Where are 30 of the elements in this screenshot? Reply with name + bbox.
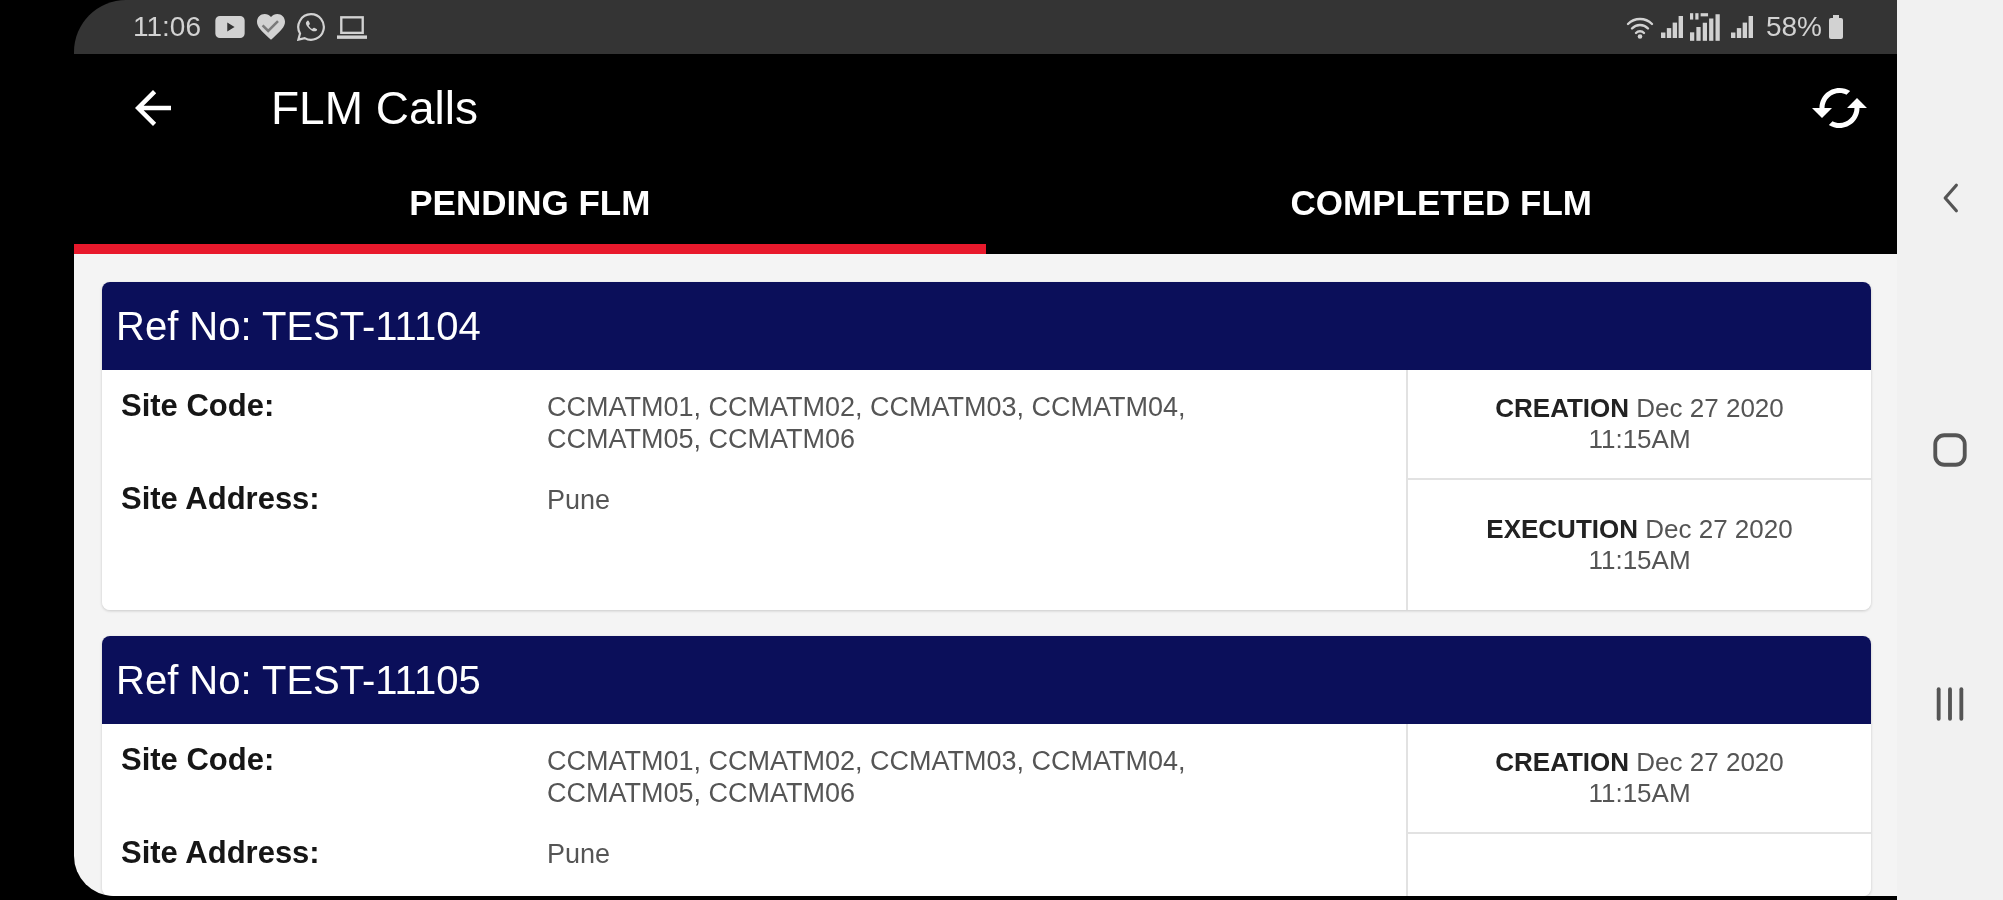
laptop-icon [337, 15, 367, 39]
battery-percent: 58% [1765, 11, 1822, 43]
field-value: Pune [547, 838, 611, 870]
back-chevron-icon[interactable] [1941, 183, 1959, 213]
status-time: 11:06 [133, 11, 201, 43]
tab[interactable]: COMPLETED FLM [985, 162, 1897, 254]
ref-number: Ref No: TEST-11104 [116, 303, 481, 349]
signal-icon [1660, 16, 1683, 38]
field-label: Site Code: [121, 388, 275, 424]
date-text: CREATION Dec 27 2020 11:15AM [1494, 747, 1785, 809]
heart-icon [257, 14, 285, 40]
field-label: Site Code: [121, 742, 275, 778]
field-value: CCMATM01, CCMATM02, CCMATM03, CCMATM04, CCMATM05, CCMATM06 [547, 391, 1187, 455]
recent-apps-icon[interactable] [1935, 687, 1965, 721]
date-text: CREATION Dec 27 2020 11:15AM [1494, 393, 1785, 455]
home-icon[interactable] [1933, 433, 1967, 467]
back-arrow-icon[interactable] [135, 90, 171, 126]
field-label: Site Address: [121, 835, 320, 871]
signal-icon [1730, 16, 1753, 38]
play-icon [215, 16, 245, 38]
refresh-icon[interactable] [1812, 88, 1867, 128]
battery-icon [1829, 15, 1843, 39]
field-value: CCMATM01, CCMATM02, CCMATM03, CCMATM04, CCMATM05, CCMATM06 [547, 745, 1187, 809]
field-value: Pune [547, 484, 611, 516]
ref-number: Ref No: TEST-11105 [116, 657, 481, 703]
wifi-icon [1625, 15, 1654, 39]
field-label: Site Address: [121, 481, 320, 517]
date-text: EXECUTION Dec 27 2020 11:15AM [1485, 514, 1794, 576]
phone-bubble-icon [297, 13, 325, 41]
screen-title: FLM Calls [271, 81, 479, 135]
